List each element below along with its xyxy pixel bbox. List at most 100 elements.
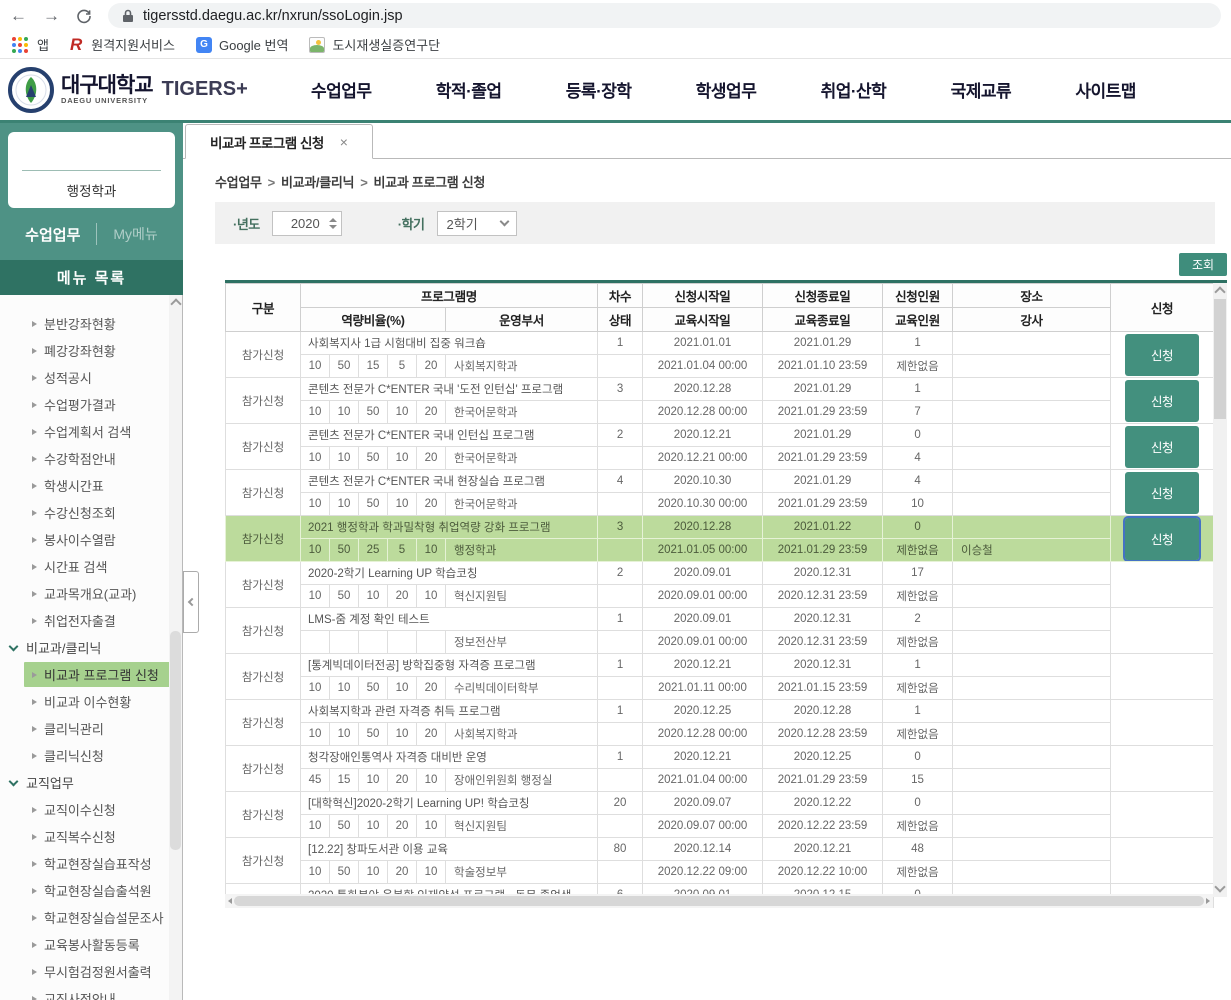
menu-item-3[interactable]: 수업평가결과 bbox=[0, 392, 182, 417]
reload-icon[interactable] bbox=[76, 8, 92, 24]
menu-item-15[interactable]: 클리닉관리 bbox=[0, 716, 182, 741]
cell-program-name[interactable]: 청각장애인통역사 자격증 대비반 운영 bbox=[301, 746, 598, 769]
menu-item-14[interactable]: 비교과 이수현황 bbox=[0, 689, 182, 714]
breadcrumb-part-0[interactable]: 수업업무 bbox=[215, 175, 262, 190]
breadcrumb-part-2[interactable]: 비교과 프로그램 신청 bbox=[374, 175, 486, 190]
cell-dept: 사회복지학과 bbox=[446, 355, 598, 378]
table-row-sub: 1010501020한국어문학과2020.10.30 00:002021.01.… bbox=[226, 493, 1214, 516]
remote-support-icon: R bbox=[70, 35, 82, 55]
menu-list-header: 메뉴 목록 bbox=[0, 260, 183, 295]
cell-edu-end: 2020.12.28 23:59 bbox=[763, 723, 883, 746]
cell-program-name[interactable]: [통계빅데이터전공] 방학집중형 자격증 프로그램 bbox=[301, 654, 598, 677]
cell-program-name[interactable]: [대학혁신]2020-2학기 Learning UP! 학습코칭 bbox=[301, 792, 598, 815]
tab-program-apply[interactable]: 비교과 프로그램 신청 × bbox=[185, 124, 373, 159]
menu-item-2[interactable]: 성적공시 bbox=[0, 365, 182, 390]
table-row-sub: 1050102010혁신지원팀2020.09.01 00:002020.12.3… bbox=[226, 585, 1214, 608]
menu-item-6[interactable]: 학생시간표 bbox=[0, 473, 182, 498]
spinner-arrows-icon[interactable] bbox=[325, 218, 341, 229]
nav-item-2[interactable]: 등록·장학 bbox=[566, 77, 632, 102]
table-horizontal-scrollbar[interactable] bbox=[225, 894, 1213, 908]
apply-button-row-0[interactable]: 신청 bbox=[1125, 334, 1199, 376]
cell-apply-action: 신청 bbox=[1111, 470, 1214, 516]
menu-scroll-up-icon[interactable] bbox=[170, 298, 181, 309]
bookmark-urban-lab[interactable]: 도시재생실증연구단 bbox=[332, 35, 440, 54]
cell-category: 참가신청 bbox=[226, 424, 301, 470]
menu-item-20[interactable]: 학교현장실습표작성 bbox=[0, 851, 182, 876]
scroll-right-icon[interactable] bbox=[1206, 898, 1210, 904]
cell-instructor bbox=[953, 861, 1111, 884]
menu-item-21[interactable]: 학교현장실습출석원 bbox=[0, 878, 182, 903]
semester-select[interactable]: 2학기 bbox=[437, 211, 517, 236]
cell-program-name[interactable]: 콘텐츠 전문가 C*ENTER 국내 현장실습 프로그램 bbox=[301, 470, 598, 493]
sidebar-collapse-handle[interactable] bbox=[183, 571, 199, 633]
cell-program-name[interactable]: 2020-2학기 Learning UP 학습코칭 bbox=[301, 562, 598, 585]
bookmark-apps[interactable]: 앱 bbox=[37, 35, 49, 54]
table-vertical-scrollbar[interactable] bbox=[1213, 283, 1227, 897]
apply-button-row-3[interactable]: 신청 bbox=[1125, 472, 1199, 514]
col-edu-start: 교육시작일 bbox=[643, 308, 763, 332]
cell-ratio: 45 bbox=[301, 769, 330, 792]
cell-program-name[interactable]: 콘텐츠 전문가 C*ENTER 국내 인턴십 프로그램 bbox=[301, 424, 598, 447]
cell-apply-action bbox=[1111, 700, 1214, 746]
menu-item-8[interactable]: 봉사이수열람 bbox=[0, 527, 182, 552]
cell-program-name[interactable]: 2021 행정학과 학과밀착형 취업역량 강화 프로그램 bbox=[301, 516, 598, 539]
menu-item-13[interactable]: 비교과 프로그램 신청 bbox=[24, 662, 170, 687]
cell-place bbox=[953, 608, 1111, 631]
apply-button-row-1[interactable]: 신청 bbox=[1125, 380, 1199, 422]
breadcrumb-part-1[interactable]: 비교과/클리닉 bbox=[281, 175, 354, 190]
cell-program-name[interactable]: 콘텐츠 전문가 C*ENTER 국내 '도전 인턴십' 프로그램 bbox=[301, 378, 598, 401]
cell-program-name[interactable]: 사회복지사 1급 시험대비 집중 워크숍 bbox=[301, 332, 598, 355]
table-scroll-down-icon[interactable] bbox=[1214, 881, 1225, 892]
cell-program-name[interactable]: LMS-줌 계정 확인 테스트 bbox=[301, 608, 598, 631]
university-logo[interactable]: 대구대학교 DAEGU UNIVERSITY TIGERS+ bbox=[8, 67, 276, 113]
menu-item-9[interactable]: 시간표 검색 bbox=[0, 554, 182, 579]
menu-item-1[interactable]: 폐강강좌현황 bbox=[0, 338, 182, 363]
nav-item-6[interactable]: 사이트맵 bbox=[1075, 77, 1136, 102]
cell-program-name[interactable]: [12.22] 창파도서관 이용 교육 bbox=[301, 838, 598, 861]
back-icon[interactable]: ← bbox=[10, 7, 27, 24]
cell-program-name[interactable]: 사회복지학과 관련 자격증 취득 프로그램 bbox=[301, 700, 598, 723]
triangle-right-icon bbox=[32, 429, 37, 435]
menu-item-23[interactable]: 교육봉사활동등록 bbox=[0, 932, 182, 957]
menu-item-4[interactable]: 수업계획서 검색 bbox=[0, 419, 182, 444]
menu-item-5[interactable]: 수강학점안내 bbox=[0, 446, 182, 471]
menu-item-22[interactable]: 학교현장실습설문조사 bbox=[0, 905, 182, 930]
year-spinner[interactable]: 2020 bbox=[272, 211, 342, 236]
sidebar-tab-class-work[interactable]: 수업업무 bbox=[9, 224, 96, 245]
table-scroll-up-icon[interactable] bbox=[1214, 286, 1225, 297]
bookmark-google-translate[interactable]: Google 번역 bbox=[219, 35, 288, 54]
menu-item-10[interactable]: 교과목개요(교과) bbox=[0, 581, 182, 606]
scroll-left-icon[interactable] bbox=[228, 898, 232, 904]
menu-item-0[interactable]: 분반강좌현황 bbox=[0, 311, 182, 336]
menu-item-7[interactable]: 수강신청조회 bbox=[0, 500, 182, 525]
tab-close-icon[interactable]: × bbox=[340, 135, 348, 149]
nav-item-3[interactable]: 학생업무 bbox=[696, 77, 757, 102]
apply-button-row-2[interactable]: 신청 bbox=[1125, 426, 1199, 468]
sidebar-tab-my-menu[interactable]: My메뉴 bbox=[97, 224, 173, 244]
apply-button-row-4[interactable]: 신청 bbox=[1125, 518, 1199, 560]
cell-dept: 혁신지원팀 bbox=[446, 585, 598, 608]
search-button[interactable]: 조회 bbox=[1179, 253, 1227, 276]
menu-item-16[interactable]: 클리닉신청 bbox=[0, 743, 182, 768]
nav-item-0[interactable]: 수업업무 bbox=[311, 77, 372, 102]
cell-instructor bbox=[953, 631, 1111, 654]
menu-scrollbar[interactable] bbox=[169, 295, 182, 1000]
menu-item-12[interactable]: 비교과/클리닉 bbox=[0, 635, 182, 660]
menu-item-24[interactable]: 무시험검정원서출력 bbox=[0, 959, 182, 984]
nav-item-5[interactable]: 국제교류 bbox=[951, 77, 1012, 102]
menu-item-11[interactable]: 취업전자출결 bbox=[0, 608, 182, 633]
bookmark-remote-support[interactable]: 원격지원서비스 bbox=[91, 35, 175, 54]
nav-item-1[interactable]: 학적·졸업 bbox=[436, 77, 502, 102]
address-bar[interactable]: tigersstd.daegu.ac.kr/nxrun/ssoLogin.jsp bbox=[108, 3, 1221, 28]
menu-item-label: 봉사이수열람 bbox=[44, 530, 116, 549]
cell-place bbox=[953, 332, 1111, 355]
cell-apply-start: 2020.10.30 bbox=[643, 470, 763, 493]
menu-item-18[interactable]: 교직이수신청 bbox=[0, 797, 182, 822]
menu-item-17[interactable]: 교직업무 bbox=[0, 770, 182, 795]
menu-item-19[interactable]: 교직복수신청 bbox=[0, 824, 182, 849]
apps-grid-icon[interactable] bbox=[12, 37, 28, 53]
forward-icon[interactable]: → bbox=[43, 7, 60, 24]
cell-ratio: 50 bbox=[359, 447, 388, 470]
menu-item-25[interactable]: 교직사정안내 bbox=[0, 986, 182, 1000]
nav-item-4[interactable]: 취업·산학 bbox=[821, 77, 887, 102]
